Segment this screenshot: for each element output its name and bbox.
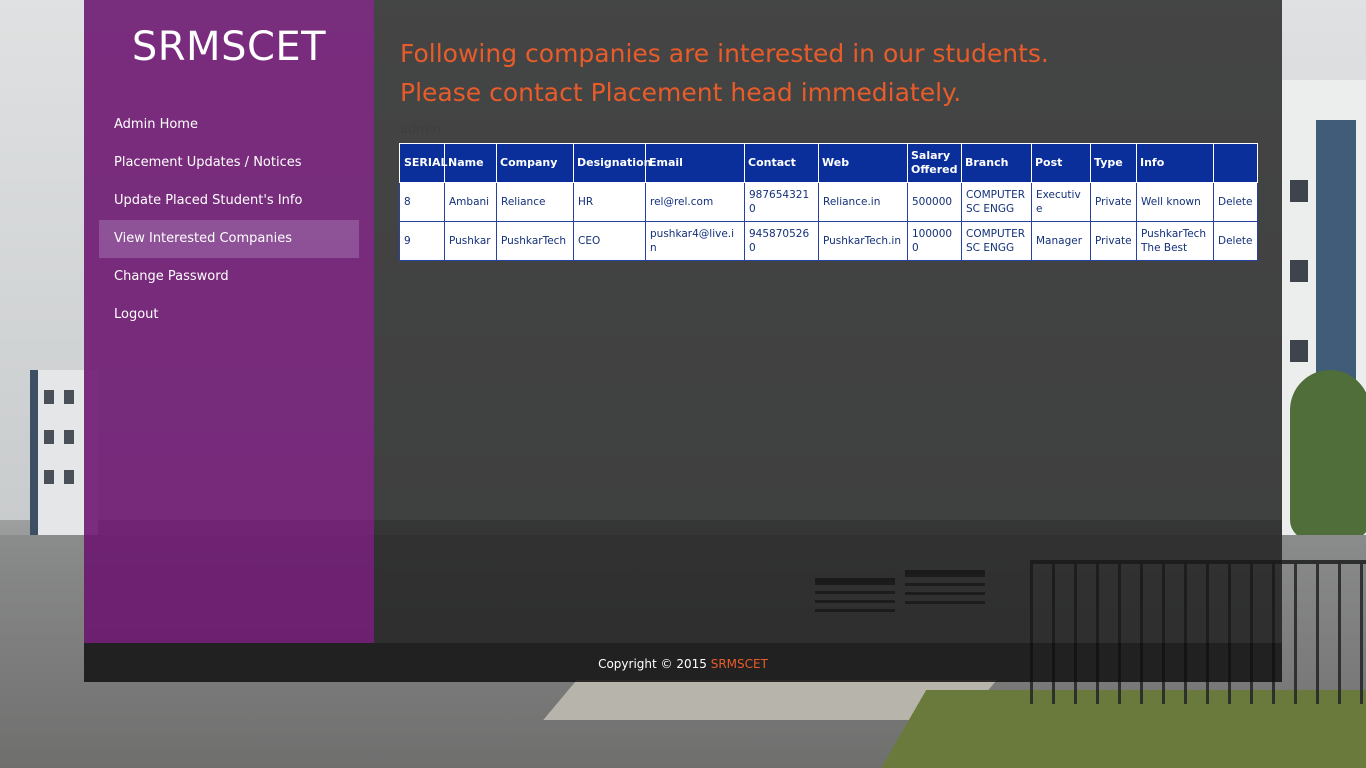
cell-salary: 500000 [907, 182, 962, 222]
interested-companies-table: SERIAL Name Company Designation Email Co… [399, 143, 1258, 261]
sidebar-menu: Admin Home Placement Updates / Notices U… [99, 106, 359, 334]
cell-web: Reliance.in [818, 182, 908, 222]
admin-label: admin [400, 122, 441, 137]
column-header-action [1213, 143, 1258, 183]
sidebar-item-admin-home[interactable]: Admin Home [99, 106, 359, 144]
sidebar-item-view-interested-companies[interactable]: View Interested Companies [99, 220, 359, 258]
delete-link[interactable]: Delete [1213, 221, 1258, 261]
sidebar-item-update-placed-info[interactable]: Update Placed Student's Info [99, 182, 359, 220]
cell-contact: 9876543210 [744, 182, 819, 222]
cell-post: Manager [1031, 221, 1091, 261]
cell-serial: 9 [399, 221, 445, 261]
cell-company: Reliance [496, 182, 574, 222]
sidebar-item-logout[interactable]: Logout [99, 296, 359, 334]
table-row: 9 Pushkar PushkarTech CEO pushkar4@live.… [399, 221, 1258, 261]
column-header-web: Web [818, 143, 908, 183]
cell-name: Ambani [444, 182, 497, 222]
cell-info: PushkarTech The Best [1136, 221, 1214, 261]
column-header-post: Post [1031, 143, 1091, 183]
cell-name: Pushkar [444, 221, 497, 261]
cell-designation: CEO [573, 221, 646, 261]
cell-contact: 9458705260 [744, 221, 819, 261]
cell-branch: COMPUTER SC ENGG [961, 221, 1032, 261]
column-header-company: Company [496, 143, 574, 183]
column-header-info: Info [1136, 143, 1214, 183]
column-header-serial: SERIAL [399, 143, 448, 183]
column-header-contact: Contact [744, 143, 819, 183]
table-row: 8 Ambani Reliance HR rel@rel.com 9876543… [399, 182, 1258, 222]
cell-company: PushkarTech [496, 221, 574, 261]
copyright-label: Copyright © 2015 [598, 657, 711, 671]
column-header-email: Email [645, 143, 745, 183]
footer: Copyright © 2015 SRMSCET [84, 643, 1282, 682]
cell-web: PushkarTech.in [818, 221, 908, 261]
cell-post: Executive [1031, 182, 1091, 222]
column-header-type: Type [1090, 143, 1137, 183]
cell-designation: HR [573, 182, 646, 222]
column-header-designation: Designation [573, 143, 651, 183]
page-heading: Following companies are interested in ou… [400, 34, 1260, 112]
cell-info: Well known [1136, 182, 1214, 222]
sidebar-item-change-password[interactable]: Change Password [99, 258, 359, 296]
cell-salary: 1000000 [907, 221, 962, 261]
column-header-name: Name [444, 143, 497, 183]
cell-serial: 8 [399, 182, 445, 222]
column-header-salary: Salary Offered [907, 143, 962, 183]
site-logo[interactable]: SRMSCET [84, 24, 374, 70]
copyright-text: Copyright © 2015 SRMSCET [598, 657, 768, 671]
heading-line-1: Following companies are interested in ou… [400, 39, 1049, 68]
footer-brand-link[interactable]: SRMSCET [711, 657, 768, 671]
table-header-row: SERIAL Name Company Designation Email Co… [399, 143, 1258, 183]
cell-email: rel@rel.com [645, 182, 745, 222]
cell-branch: COMPUTER SC ENGG [961, 182, 1032, 222]
heading-line-2: Please contact Placement head immediatel… [400, 78, 962, 107]
cell-type: Private [1090, 221, 1137, 261]
delete-link[interactable]: Delete [1213, 182, 1258, 222]
sidebar: SRMSCET Admin Home Placement Updates / N… [84, 0, 374, 643]
sidebar-item-placement-updates[interactable]: Placement Updates / Notices [99, 144, 359, 182]
cell-type: Private [1090, 182, 1137, 222]
cell-email: pushkar4@live.in [645, 221, 745, 261]
column-header-branch: Branch [961, 143, 1032, 183]
